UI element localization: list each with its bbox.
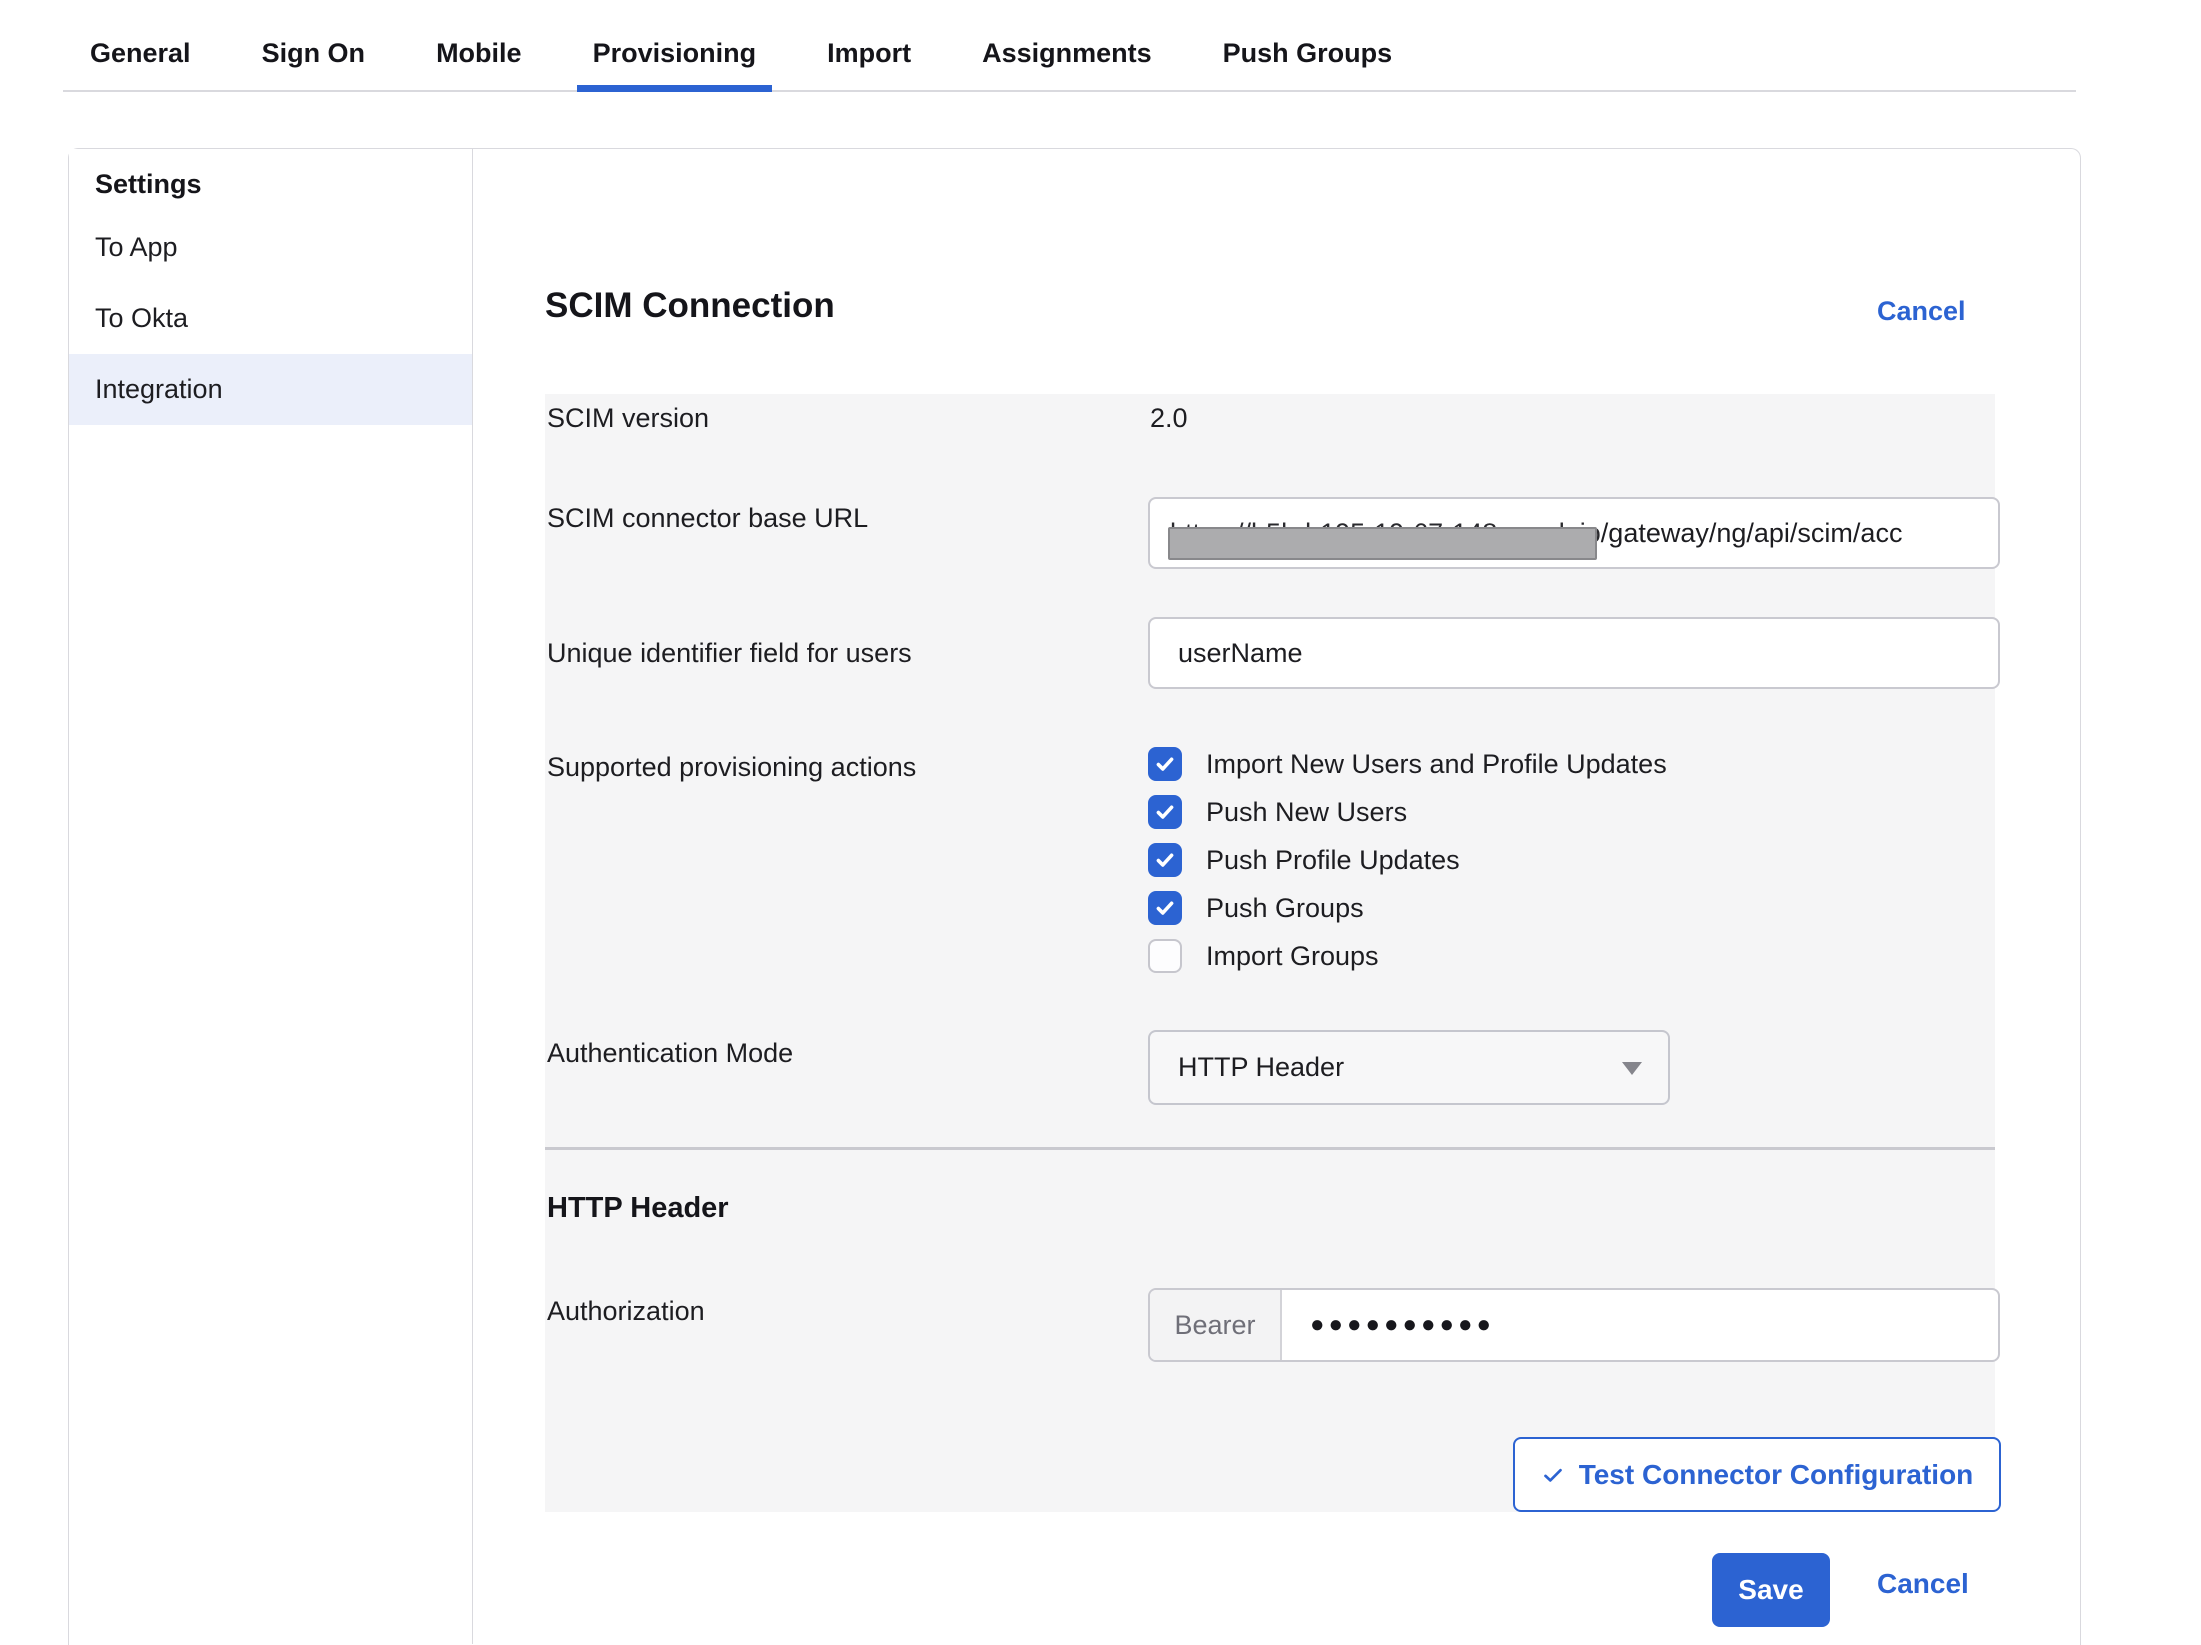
checkbox-label: Push Groups — [1206, 893, 1364, 924]
check-icon — [1154, 753, 1176, 775]
settings-sidebar: Settings To App To Okta Integration — [69, 149, 473, 1644]
checkbox-label: Import New Users and Profile Updates — [1206, 749, 1667, 780]
auth-mode-label: Authentication Mode — [547, 1038, 793, 1069]
checkbox-import-new-users[interactable] — [1148, 747, 1182, 781]
unique-identifier-input[interactable]: userName — [1148, 617, 2000, 689]
authorization-input-group: Bearer ●●●●●●●●●● — [1148, 1288, 2000, 1362]
checkbox-push-new-users[interactable] — [1148, 795, 1182, 829]
chevron-down-icon — [1622, 1062, 1642, 1075]
authorization-token-input[interactable]: ●●●●●●●●●● — [1282, 1290, 1998, 1360]
tab-assignments[interactable]: Assignments — [982, 16, 1152, 90]
authorization-label: Authorization — [547, 1296, 705, 1327]
auth-mode-select[interactable]: HTTP Header — [1148, 1030, 1670, 1105]
test-button-label: Test Connector Configuration — [1579, 1459, 1974, 1491]
tab-import[interactable]: Import — [827, 16, 911, 90]
checkbox-row-push-new-users[interactable]: Push New Users — [1148, 788, 1667, 836]
checkbox-row-push-profile-updates[interactable]: Push Profile Updates — [1148, 836, 1667, 884]
check-icon — [1154, 849, 1176, 871]
checkbox-push-groups[interactable] — [1148, 891, 1182, 925]
tab-sign-on[interactable]: Sign On — [262, 16, 366, 90]
checkbox-row-import-groups[interactable]: Import Groups — [1148, 932, 1667, 980]
checkbox-import-groups[interactable] — [1148, 939, 1182, 973]
check-icon — [1154, 801, 1176, 823]
test-connector-configuration-button[interactable]: Test Connector Configuration — [1513, 1437, 2001, 1512]
cancel-link-top[interactable]: Cancel — [1877, 296, 1966, 327]
sidebar-item-to-okta[interactable]: To Okta — [69, 283, 472, 354]
save-button[interactable]: Save — [1712, 1553, 1830, 1627]
checkbox-label: Push New Users — [1206, 797, 1407, 828]
tab-mobile[interactable]: Mobile — [436, 16, 522, 90]
redaction-bar — [1168, 527, 1597, 560]
app-tab-bar: General Sign On Mobile Provisioning Impo… — [63, 0, 2076, 92]
tab-general[interactable]: General — [90, 16, 191, 90]
bearer-prefix: Bearer — [1150, 1290, 1282, 1360]
checkbox-row-push-groups[interactable]: Push Groups — [1148, 884, 1667, 932]
redacted-url-segment: https://h5hd-195-19-67-148.ngrok.io — [1170, 518, 1601, 549]
unique-identifier-label: Unique identifier field for users — [547, 638, 912, 669]
scim-version-value: 2.0 — [1150, 403, 1188, 434]
http-header-section-title: HTTP Header — [547, 1192, 729, 1225]
checkbox-push-profile-updates[interactable] — [1148, 843, 1182, 877]
check-icon — [1154, 897, 1176, 919]
check-icon — [1541, 1463, 1565, 1487]
tab-push-groups[interactable]: Push Groups — [1223, 16, 1393, 90]
tab-provisioning[interactable]: Provisioning — [593, 16, 757, 90]
sidebar-title: Settings — [95, 169, 472, 200]
sidebar-item-to-app[interactable]: To App — [69, 212, 472, 283]
page-title: SCIM Connection — [545, 286, 835, 326]
checkbox-row-import-new-users[interactable]: Import New Users and Profile Updates — [1148, 740, 1667, 788]
url-visible-tail: /gateway/ng/api/scim/acc — [1601, 518, 1903, 549]
cancel-link-bottom[interactable]: Cancel — [1877, 1568, 1969, 1600]
sidebar-item-integration[interactable]: Integration — [69, 354, 472, 425]
checkbox-label: Push Profile Updates — [1206, 845, 1460, 876]
base-url-input[interactable]: https://h5hd-195-19-67-148.ngrok.io /gat… — [1148, 497, 2000, 569]
provisioning-actions-label: Supported provisioning actions — [547, 752, 916, 783]
auth-mode-selected-value: HTTP Header — [1178, 1052, 1344, 1083]
checkbox-label: Import Groups — [1206, 941, 1379, 972]
base-url-label: SCIM connector base URL — [547, 503, 868, 534]
provisioning-actions-group: Import New Users and Profile Updates Pus… — [1148, 740, 1667, 980]
scim-version-label: SCIM version — [547, 403, 709, 434]
